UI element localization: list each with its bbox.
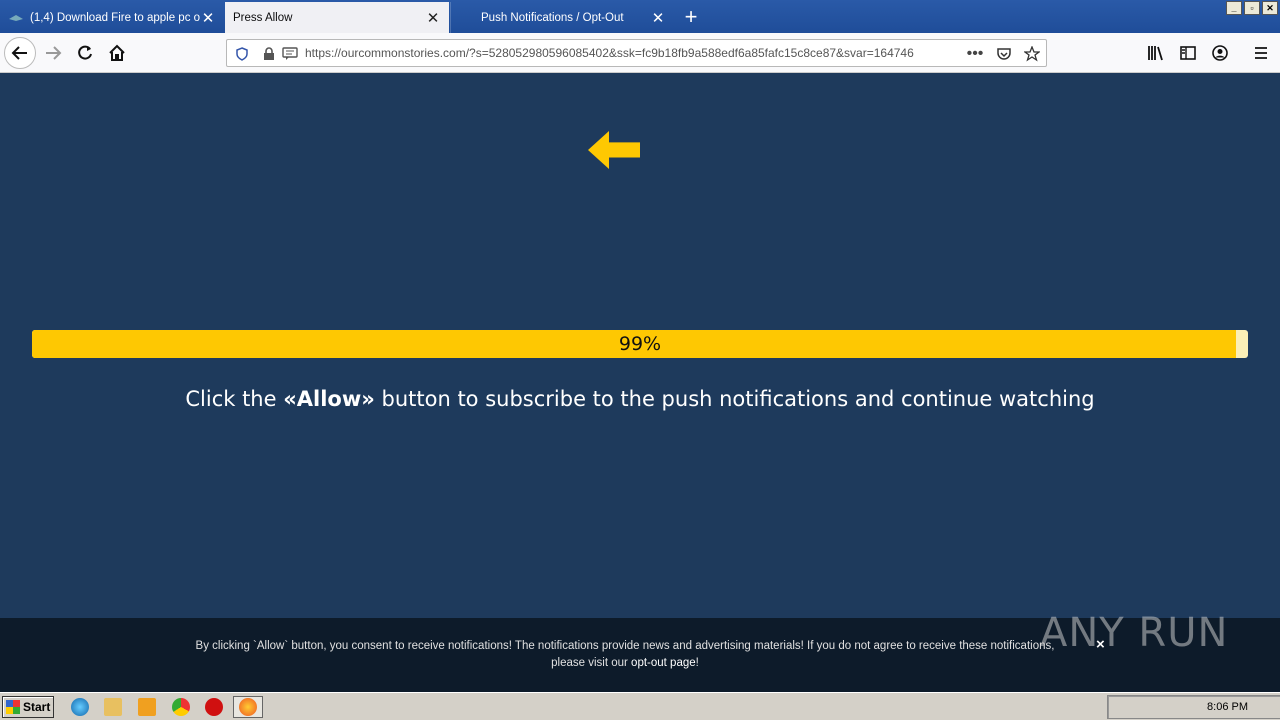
- tab-download-fire[interactable]: (1,4) Download Fire to apple pc ol ✕: [0, 2, 224, 33]
- hamburger-menu-icon: [1255, 47, 1267, 59]
- watermark-text: ANY RUN: [1040, 610, 1229, 656]
- reload-button[interactable]: [69, 37, 101, 69]
- reload-icon: [78, 45, 92, 60]
- tab-push-notifications[interactable]: Push Notifications / Opt-Out ✕: [450, 2, 674, 33]
- forward-button[interactable]: [37, 37, 69, 69]
- pocket-icon[interactable]: [995, 45, 1013, 63]
- menu-button[interactable]: [1245, 37, 1277, 69]
- navigation-bar: https://ourcommonstories.com/?s=52805298…: [0, 33, 1280, 73]
- opera-icon[interactable]: [205, 698, 223, 716]
- file-explorer-icon[interactable]: [104, 698, 122, 716]
- shield-icon[interactable]: [233, 45, 251, 63]
- tab-title: Push Notifications / Opt-Out: [481, 11, 624, 24]
- consent-line-2: please visit our: [551, 657, 632, 669]
- start-label: Start: [23, 700, 51, 714]
- tab-close-icon[interactable]: ✕: [650, 10, 666, 27]
- firefox-icon: [239, 698, 257, 716]
- message-allow: «Allow»: [283, 387, 375, 411]
- consent-text: By clicking `Allow` button, you consent …: [160, 638, 1090, 672]
- message-prefix: Click the: [185, 387, 284, 411]
- firefox-taskbar-button[interactable]: [233, 696, 263, 718]
- subscribe-message: Click the «Allow» button to subscribe to…: [0, 387, 1280, 411]
- clock[interactable]: 8:06 PM: [1207, 701, 1248, 713]
- tab-close-icon[interactable]: ✕: [425, 10, 441, 27]
- page-actions-icon[interactable]: •••: [966, 45, 984, 63]
- notification-permission-icon[interactable]: [281, 45, 299, 63]
- tab-title: Press Allow: [233, 11, 293, 24]
- taskbar: Start 8:06 PM: [0, 692, 1280, 720]
- progress-label: 99%: [618, 333, 662, 355]
- opt-out-link[interactable]: opt-out page: [631, 657, 696, 669]
- new-tab-button[interactable]: +: [678, 4, 704, 30]
- anyrun-watermark: ANY RUN: [1040, 610, 1228, 656]
- library-icon: [1148, 46, 1163, 61]
- account-button[interactable]: [1204, 37, 1236, 69]
- sidebar-button[interactable]: [1172, 37, 1204, 69]
- bookmark-star-icon[interactable]: [1023, 45, 1041, 63]
- library-button[interactable]: [1140, 37, 1172, 69]
- internet-explorer-icon[interactable]: [71, 698, 89, 716]
- url-text: https://ourcommonstories.com/?s=52805298…: [305, 46, 914, 60]
- maximize-button[interactable]: ▫: [1244, 1, 1260, 15]
- progress-bar: 99%: [32, 330, 1248, 358]
- site-favicon-icon: [9, 14, 23, 21]
- close-window-button[interactable]: ✕: [1262, 1, 1278, 15]
- windows-logo-icon: [6, 700, 20, 714]
- window-controls: _ ▫ ✕: [1226, 1, 1278, 15]
- lock-icon[interactable]: [260, 45, 278, 63]
- tab-press-allow[interactable]: Press Allow ✕: [225, 2, 449, 33]
- media-player-icon[interactable]: [138, 698, 156, 716]
- arrow-left-icon: [11, 46, 27, 60]
- minimize-button[interactable]: _: [1226, 1, 1242, 15]
- home-icon: [109, 44, 125, 61]
- arrow-left-icon: [588, 130, 640, 169]
- start-button[interactable]: Start: [2, 696, 54, 718]
- sidebar-icon: [1180, 46, 1196, 60]
- account-icon: [1212, 45, 1228, 61]
- tab-title: (1,4) Download Fire to apple pc ol: [30, 11, 200, 24]
- arrow-right-icon: [46, 46, 62, 60]
- home-button[interactable]: [101, 37, 133, 69]
- message-suffix: button to subscribe to the push notifica…: [374, 387, 1095, 411]
- url-bar[interactable]: https://ourcommonstories.com/?s=52805298…: [226, 39, 1047, 67]
- consent-line-1: By clicking `Allow` button, you consent …: [195, 640, 1055, 652]
- tab-bar: (1,4) Download Fire to apple pc ol ✕ Pre…: [0, 0, 1280, 33]
- consent-line-end: !: [695, 657, 699, 669]
- tab-close-icon[interactable]: ✕: [200, 10, 216, 27]
- back-button[interactable]: [4, 37, 36, 69]
- page-content: 99% Click the «Allow» button to subscrib…: [0, 74, 1280, 618]
- chrome-icon[interactable]: [172, 698, 190, 716]
- system-tray: 8:06 PM: [1107, 695, 1280, 719]
